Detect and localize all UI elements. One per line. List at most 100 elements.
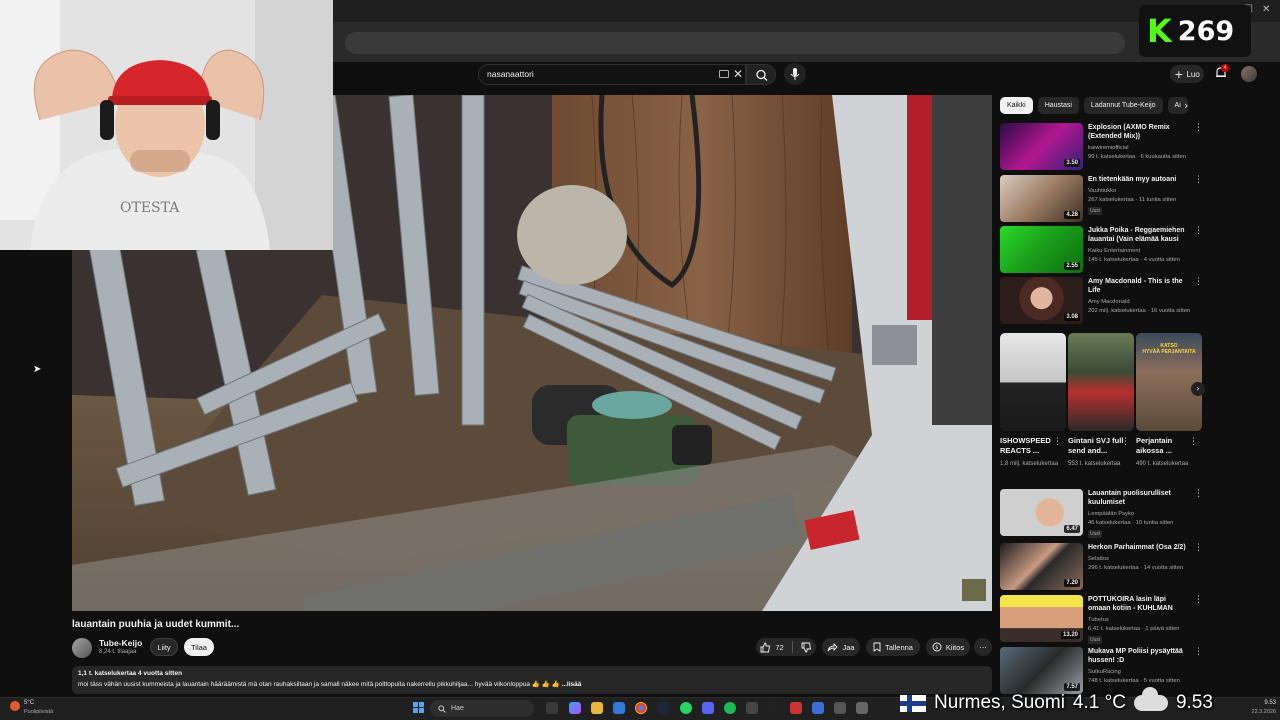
account-avatar[interactable] bbox=[1241, 66, 1257, 82]
more-options-icon[interactable]: ⋮ bbox=[1194, 595, 1203, 605]
app-icon[interactable] bbox=[768, 702, 780, 714]
address-bar[interactable] bbox=[345, 32, 1125, 54]
save-button[interactable]: Tallenna bbox=[866, 638, 920, 656]
video-thumbnail: 3.50 bbox=[1000, 123, 1083, 170]
show-more-link[interactable]: ...lisää bbox=[562, 681, 582, 688]
shorts-next-chevron-icon[interactable]: › bbox=[1191, 382, 1205, 396]
search-icon bbox=[438, 704, 446, 713]
short-title[interactable]: ISHOWSPEED REACTS ... bbox=[1000, 436, 1056, 456]
thanks-button[interactable]: $ Kiitos bbox=[926, 638, 970, 656]
mail-icon[interactable] bbox=[613, 702, 625, 714]
microphone-icon bbox=[790, 68, 800, 80]
create-button[interactable]: + Luo bbox=[1170, 65, 1204, 83]
recommendation-channel: Lempäälän Psyko bbox=[1088, 511, 1135, 517]
app-icon[interactable] bbox=[856, 702, 868, 714]
kick-logo: K bbox=[1147, 12, 1172, 50]
more-options-icon[interactable]: ⋮ bbox=[1194, 277, 1203, 287]
recommendation-title: Explosion (AXMO Remix (Extended Mix)) bbox=[1088, 124, 1170, 140]
streamer-webcam-image: OTESTA bbox=[0, 0, 333, 250]
more-options-icon[interactable]: ⋮ bbox=[1194, 226, 1203, 236]
recommendation-meta: 6,41 t. katselukertaa · 1 päivä sitten bbox=[1088, 626, 1180, 632]
file-explorer-icon[interactable] bbox=[591, 702, 603, 714]
obs-icon[interactable] bbox=[746, 702, 758, 714]
recommendation-item[interactable]: 2.55 Jukka Poika - Reggaemiehen lauantai… bbox=[1000, 226, 1203, 274]
copilot-icon[interactable] bbox=[569, 702, 581, 714]
recommendation-channel: SutkuRacing bbox=[1088, 669, 1121, 675]
short-thumbnail[interactable] bbox=[1068, 333, 1134, 431]
more-options-icon[interactable]: ⋮ bbox=[1194, 489, 1203, 499]
duration-badge: 4.28 bbox=[1064, 211, 1080, 219]
join-button[interactable]: Liity bbox=[150, 638, 178, 656]
more-actions-button[interactable]: ⋯ bbox=[974, 638, 992, 656]
taskbar-clock[interactable]: 9.53 bbox=[1250, 700, 1276, 706]
recommendation-channel: kaiwiremiofficial bbox=[1088, 145, 1129, 151]
recommendation-item[interactable]: 6.47 Lauantain puolisurulliset kuulumise… bbox=[1000, 489, 1203, 538]
search-button[interactable] bbox=[746, 64, 776, 85]
short-title[interactable]: Gintani SVJ full send and... bbox=[1068, 436, 1124, 456]
clear-search-icon[interactable]: ✕ bbox=[733, 67, 743, 81]
recommendation-item[interactable]: 7.57 Mukava MP Poliisi pysäyttää hussen!… bbox=[1000, 647, 1203, 695]
notification-badge: 4 bbox=[1221, 64, 1229, 72]
recommendation-title: Jukka Poika - Reggaemiehen lauantai (Vai… bbox=[1088, 227, 1185, 243]
more-options-icon[interactable]: ⋮ bbox=[1194, 175, 1203, 185]
close-window-icon[interactable]: ✕ bbox=[1262, 4, 1270, 15]
more-options-icon[interactable]: ⋮ bbox=[1194, 647, 1203, 657]
windows-start-icon[interactable] bbox=[413, 702, 425, 714]
short-thumb-line-2: HYVÄÄ PERJANTAITA bbox=[1142, 349, 1196, 355]
bookmark-icon bbox=[873, 642, 881, 652]
recommendation-item[interactable]: 4.28 En tietenkään myy autoani Vauhtiukk… bbox=[1000, 175, 1203, 223]
webcam-overlay: OTESTA bbox=[0, 0, 333, 250]
more-dots-icon: ⋯ bbox=[979, 642, 987, 652]
share-button[interactable]: Jaa bbox=[822, 638, 860, 656]
thanks-heart-dollar-icon: $ bbox=[932, 642, 942, 652]
recommendation-item[interactable]: 13.20 POTTUKOIRA lasin läpi omaan kotiin… bbox=[1000, 595, 1203, 644]
search-input[interactable]: nasanaattori ✕ bbox=[478, 64, 746, 85]
channel-avatar[interactable] bbox=[72, 638, 92, 658]
more-options-icon[interactable]: ⋮ bbox=[1189, 437, 1198, 447]
video-thumbnail: 6.47 bbox=[1000, 489, 1083, 536]
app-icon[interactable] bbox=[834, 702, 846, 714]
recommendation-item[interactable]: 3.50 Explosion (AXMO Remix (Extended Mix… bbox=[1000, 123, 1203, 171]
recommendation-item[interactable]: 7.20 Herkon Parhaimmat (Osa 2/2) Selatto… bbox=[1000, 543, 1203, 591]
chip-for-you[interactable]: Haustasi bbox=[1037, 97, 1079, 114]
thumbs-down-icon[interactable] bbox=[801, 642, 812, 653]
app-icon[interactable] bbox=[790, 702, 802, 714]
channel-name[interactable]: Tube-Keijo bbox=[99, 638, 142, 648]
like-button[interactable]: 72 bbox=[756, 638, 816, 656]
taskbar-search[interactable]: Hae bbox=[430, 700, 534, 717]
short-thumbnail[interactable]: KATSO HYVÄÄ PERJANTAITA bbox=[1136, 333, 1202, 431]
weather-sun-icon[interactable] bbox=[10, 701, 20, 711]
subscribe-label: Tilaa bbox=[191, 642, 207, 652]
taskbar-weather-temp[interactable]: 5°C bbox=[24, 700, 34, 706]
description-text: moi täss vähän uusist kummeista ja lauan… bbox=[78, 681, 562, 688]
recommendation-meta: 99 t. katselukertaa · 6 kuukautta sitten bbox=[1088, 154, 1186, 160]
spotify-icon[interactable] bbox=[724, 702, 736, 714]
short-title[interactable]: Perjantain aikossa ... bbox=[1136, 436, 1192, 456]
recommendation-item[interactable]: 3.08 Amy Macdonald - This is the Life Am… bbox=[1000, 277, 1203, 325]
short-thumbnail[interactable] bbox=[1000, 333, 1066, 431]
more-options-icon[interactable]: ⋮ bbox=[1194, 543, 1203, 553]
steam-icon[interactable] bbox=[657, 702, 669, 714]
share-icon bbox=[828, 642, 839, 652]
description-box[interactable]: 1,1 t. katselukertaa 4 vuotta sitten moi… bbox=[72, 666, 992, 694]
discord-icon[interactable] bbox=[702, 702, 714, 714]
task-view-icon[interactable] bbox=[546, 702, 558, 714]
app-icon[interactable] bbox=[812, 702, 824, 714]
join-label: Liity bbox=[157, 642, 171, 652]
like-divider bbox=[791, 641, 793, 653]
whatsapp-icon[interactable] bbox=[680, 702, 692, 714]
more-options-icon[interactable]: ⋮ bbox=[1194, 123, 1203, 133]
more-options-icon[interactable]: ⋮ bbox=[1121, 437, 1130, 447]
chip-uploaded-by[interactable]: Ladannut Tube-Keijo bbox=[1083, 97, 1163, 114]
more-options-icon[interactable]: ⋮ bbox=[1053, 437, 1062, 447]
subscribe-button[interactable]: Tilaa bbox=[184, 638, 214, 656]
chevron-right-icon[interactable]: › bbox=[1184, 99, 1188, 112]
voice-search-button[interactable] bbox=[784, 63, 806, 85]
keyboard-icon[interactable] bbox=[719, 70, 729, 78]
recommendation-title: Amy Macdonald - This is the Life bbox=[1088, 278, 1183, 294]
chrome-icon[interactable] bbox=[635, 702, 647, 714]
start-tile bbox=[413, 708, 418, 713]
start-tile bbox=[419, 702, 424, 707]
duration-badge: 2.55 bbox=[1064, 262, 1080, 270]
chip-all[interactable]: Kaikki bbox=[1000, 97, 1033, 114]
